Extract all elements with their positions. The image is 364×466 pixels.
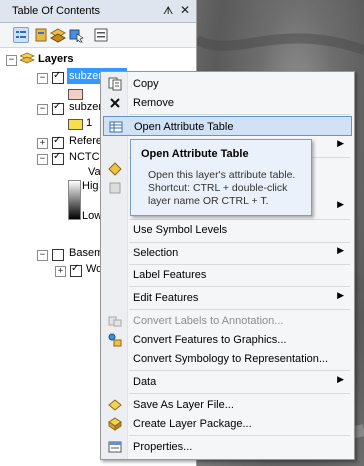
layer-name[interactable]: Refere: [69, 135, 102, 147]
submenu-arrow-icon: ▶: [337, 200, 344, 210]
close-icon[interactable]: ✕: [180, 3, 190, 17]
tooltip-body: Open this layer's attribute table. Short…: [148, 169, 296, 207]
menu-item-edit-features[interactable]: Edit Features ▶: [103, 288, 352, 308]
list-by-visibility-icon[interactable]: [49, 27, 67, 43]
layer-name[interactable]: NCTC: [69, 151, 100, 163]
menu-separator: [129, 114, 350, 115]
menu-item-label-features[interactable]: Label Features: [103, 265, 352, 285]
save-layer-icon: [108, 398, 122, 412]
layer-visibility-checkbox[interactable]: [52, 249, 64, 261]
attribute-table-icon: [109, 120, 123, 134]
submenu-arrow-icon: ▶: [337, 291, 344, 301]
list-by-selection-icon[interactable]: [68, 27, 84, 43]
menu-item-open-attribute-table[interactable]: Open Attribute Table: [103, 116, 352, 136]
menu-item-convert-features-to-graphics[interactable]: Convert Features to Graphics...: [103, 330, 352, 350]
pin-icon[interactable]: ᗑ: [163, 4, 173, 18]
collapse-toggle-icon[interactable]: −: [37, 250, 48, 261]
toc-title: Table Of Contents: [12, 5, 101, 17]
collapse-toggle-icon[interactable]: −: [37, 154, 48, 165]
collapse-toggle-icon[interactable]: −: [37, 104, 48, 115]
layer-visibility-checkbox[interactable]: [52, 101, 64, 115]
list-by-source-icon[interactable]: [33, 27, 49, 43]
convert-labels-icon: [108, 314, 122, 328]
layer-visibility-checkbox[interactable]: [52, 70, 64, 84]
layer-visibility-checkbox[interactable]: [70, 263, 82, 277]
expand-toggle-icon[interactable]: +: [55, 266, 66, 277]
menu-separator: [129, 286, 350, 287]
legend-swatch[interactable]: [68, 89, 83, 100]
legend-swatch[interactable]: [68, 119, 83, 130]
copy-icon: [108, 77, 122, 91]
layer-name[interactable]: Basem: [69, 247, 103, 259]
menu-separator: [129, 435, 350, 436]
toc-title-bar: Table Of Contents ᗑ ✕: [0, 0, 196, 23]
convert-graphics-icon: [108, 333, 122, 347]
properties-icon: [108, 440, 122, 454]
legend-heading: Va: [88, 166, 101, 178]
layers-dataframe-icon: [18, 52, 36, 65]
zoom-disabled-icon: [108, 181, 122, 195]
tooltip: Open Attribute Table Open this layer's a…: [130, 139, 312, 216]
layers-label: Layers: [38, 53, 74, 65]
menu-item-remove[interactable]: Remove: [103, 93, 352, 113]
menu-item-create-layer-package[interactable]: Create Layer Package...: [103, 414, 352, 434]
menu-item-copy[interactable]: Copy: [103, 74, 352, 94]
options-icon[interactable]: [93, 27, 109, 43]
menu-item-data[interactable]: Data ▶: [103, 372, 352, 392]
menu-item-convert-labels-to-annotation[interactable]: Convert Labels to Annotation...: [103, 311, 352, 331]
menu-item-save-as-layer-file[interactable]: Save As Layer File...: [103, 395, 352, 415]
layer-context-menu: Copy Remove Open Attribute Table J ▶ Z Z…: [100, 71, 355, 460]
legend-high-label: Hig: [82, 180, 99, 192]
layer-package-icon: [108, 417, 122, 431]
menu-item-selection[interactable]: Selection ▶: [103, 243, 352, 263]
menu-separator: [129, 393, 350, 394]
zoom-to-layer-icon: [108, 162, 122, 176]
menu-item-convert-symbology-to-representation[interactable]: Convert Symbology to Representation...: [103, 349, 352, 369]
submenu-arrow-icon: ▶: [337, 246, 344, 256]
submenu-arrow-icon: ▶: [337, 139, 344, 149]
layer-visibility-checkbox[interactable]: [52, 151, 64, 165]
color-ramp-swatch[interactable]: [68, 180, 81, 220]
toc-toolbar: [0, 23, 196, 48]
expand-toggle-icon[interactable]: +: [37, 138, 48, 149]
submenu-arrow-icon: ▶: [337, 375, 344, 385]
menu-separator: [129, 370, 350, 371]
menu-item-properties[interactable]: Properties...: [103, 437, 352, 457]
layer-visibility-checkbox[interactable]: [52, 135, 64, 149]
legend-value: 1: [86, 117, 93, 129]
menu-separator: [129, 309, 350, 310]
collapse-toggle-icon[interactable]: −: [6, 55, 17, 66]
remove-icon: [108, 96, 122, 110]
collapse-toggle-icon[interactable]: −: [37, 73, 48, 84]
list-by-drawing-order-icon[interactable]: [13, 27, 29, 43]
menu-item-use-symbol-levels[interactable]: Use Symbol Levels: [103, 220, 352, 240]
tooltip-title: Open Attribute Table: [141, 148, 249, 160]
